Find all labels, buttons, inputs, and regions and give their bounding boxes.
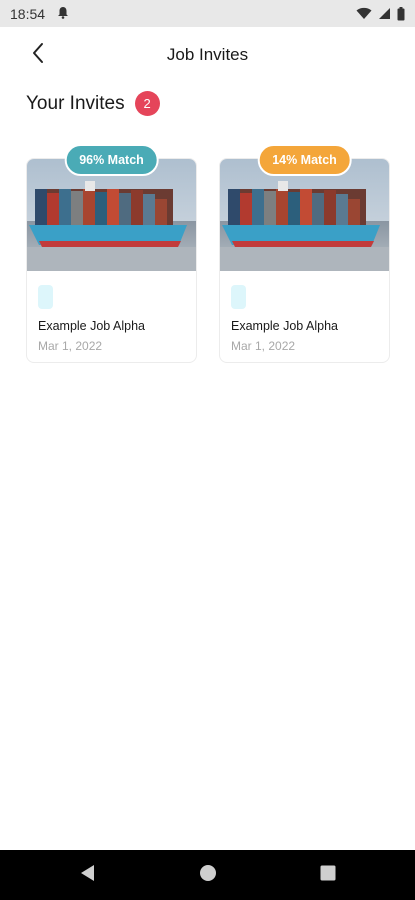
wifi-icon xyxy=(356,7,372,20)
back-button[interactable] xyxy=(24,41,52,69)
notification-icon xyxy=(57,6,69,22)
tag-pill xyxy=(38,285,53,309)
tag-pill xyxy=(231,285,246,309)
system-nav-bar xyxy=(0,850,415,900)
app-bar: Job Invites xyxy=(0,27,415,83)
invite-cards: 96% Match Example Job Alpha Mar 1, 2022 xyxy=(26,144,390,363)
invite-count-badge: 2 xyxy=(134,91,160,116)
invite-card[interactable]: 96% Match Example Job Alpha Mar 1, 2022 xyxy=(26,144,197,363)
recents-square-icon xyxy=(320,865,336,886)
battery-icon xyxy=(397,6,405,21)
nav-back-button[interactable] xyxy=(28,850,148,900)
nav-home-button[interactable] xyxy=(148,850,268,900)
job-date: Mar 1, 2022 xyxy=(231,339,296,353)
status-right xyxy=(356,6,405,21)
job-date: Mar 1, 2022 xyxy=(38,339,103,353)
job-title: Example Job Alpha xyxy=(38,319,146,333)
nav-recents-button[interactable] xyxy=(268,850,388,900)
page-title: Job Invites xyxy=(166,45,249,64)
back-triangle-icon xyxy=(80,864,96,887)
job-title: Example Job Alpha xyxy=(231,319,339,333)
home-circle-icon xyxy=(199,864,217,887)
match-badge: 96% Match xyxy=(64,144,159,176)
invites-section-header: Your Invites 2 xyxy=(26,91,160,116)
match-badge: 14% Match xyxy=(257,144,352,176)
signal-icon xyxy=(378,7,391,20)
status-left: 18:54 xyxy=(10,6,69,22)
status-time: 18:54 xyxy=(10,5,46,22)
status-bar: 18:54 xyxy=(0,0,415,27)
invite-card[interactable]: 14% Match Example Job Alpha Mar 1, 2022 xyxy=(219,144,390,363)
chevron-left-icon xyxy=(31,42,45,69)
section-title: Your Invites xyxy=(26,92,125,114)
